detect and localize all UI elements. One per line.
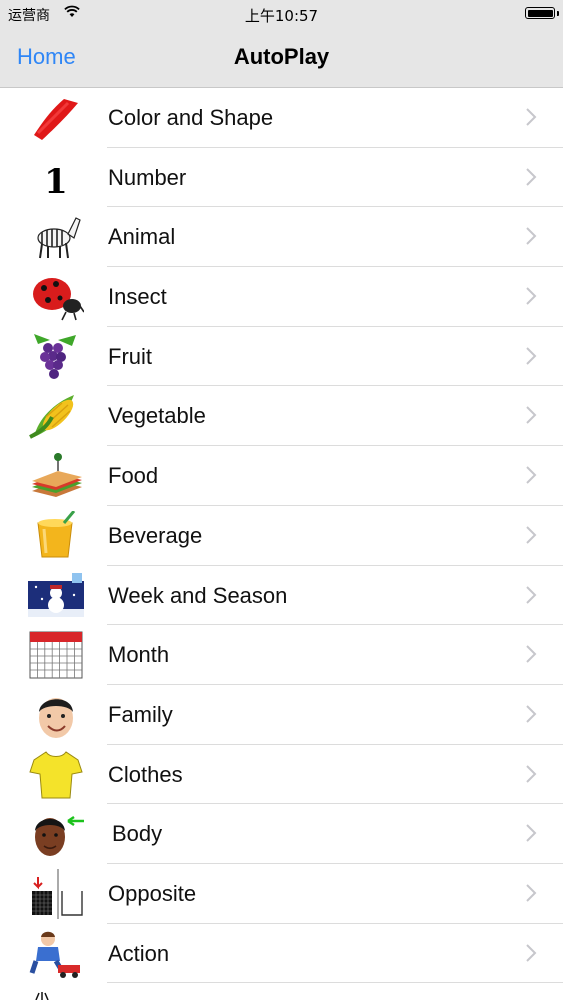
corn-icon bbox=[28, 391, 84, 441]
list-item-label: Food bbox=[108, 463, 159, 489]
juice-glass-icon bbox=[28, 510, 84, 561]
grapes-icon bbox=[28, 332, 84, 382]
list-item-label: Action bbox=[108, 940, 170, 966]
list-item-action[interactable]: Action bbox=[0, 923, 563, 984]
number-one-icon: 1 bbox=[28, 153, 84, 203]
page-title: AutoPlay bbox=[233, 44, 330, 69]
list-item-label: Color and Shape bbox=[108, 105, 274, 130]
child-playing-icon bbox=[28, 929, 84, 979]
red-paint-stroke-icon bbox=[28, 93, 84, 143]
list-item-label: Clothes bbox=[108, 761, 183, 787]
body-face-icon bbox=[28, 809, 84, 859]
list-item-fruit[interactable]: Fruit bbox=[0, 326, 563, 387]
status-time: 上午10:57 bbox=[244, 7, 319, 25]
list-item-body[interactable]: Body bbox=[0, 804, 563, 864]
list-item-label: Fruit bbox=[108, 343, 152, 369]
list-item-insect[interactable]: Insect bbox=[0, 267, 563, 327]
chevron-right-icon bbox=[525, 823, 537, 843]
chevron-right-icon bbox=[525, 107, 537, 127]
chevron-right-icon bbox=[525, 167, 537, 187]
list-item-label: Insect bbox=[108, 284, 167, 310]
ladybug-icon bbox=[28, 272, 84, 322]
calendar-icon bbox=[28, 630, 84, 680]
list-item-clothes[interactable]: Clothes bbox=[0, 744, 563, 805]
chevron-right-icon bbox=[525, 525, 537, 545]
list-item-opposite[interactable]: Opposite bbox=[0, 863, 563, 924]
list-item-food[interactable]: Food bbox=[0, 446, 563, 506]
chevron-right-icon bbox=[525, 346, 537, 366]
zebra-icon bbox=[28, 212, 84, 262]
list-item-label: Vegetable bbox=[108, 403, 206, 429]
list-item-family[interactable]: Family bbox=[0, 684, 563, 745]
list-item-label: Week and Season bbox=[108, 582, 288, 608]
category-list: Color and Shape 1 Number Animal Insect F… bbox=[0, 88, 563, 984]
list-item-beverage[interactable]: Beverage bbox=[0, 505, 563, 566]
list-item-label: Month bbox=[108, 642, 170, 668]
list-item-month[interactable]: Month bbox=[0, 625, 563, 685]
list-item-label: Body bbox=[112, 821, 163, 847]
list-item-label: Opposite bbox=[108, 880, 197, 906]
chevron-right-icon bbox=[525, 405, 537, 425]
list-item-color-and-shape[interactable]: Color and Shape bbox=[0, 88, 563, 148]
status-bar: 运营商 上午10:57 bbox=[0, 0, 563, 28]
chevron-right-icon bbox=[525, 704, 537, 724]
list-item-week-and-season[interactable]: Week and Season bbox=[0, 565, 563, 626]
sandwich-icon bbox=[28, 451, 84, 501]
list-item-label: Animal bbox=[108, 224, 176, 250]
chevron-right-icon bbox=[525, 465, 537, 485]
chevron-right-icon bbox=[525, 226, 537, 246]
chevron-right-icon bbox=[525, 883, 537, 903]
battery-icon bbox=[525, 7, 555, 19]
chevron-right-icon bbox=[525, 286, 537, 306]
chevron-right-icon bbox=[525, 585, 537, 605]
battery-tip bbox=[556, 11, 559, 16]
list-item-animal[interactable]: Animal bbox=[0, 207, 563, 268]
list-item-label: Beverage bbox=[108, 522, 203, 548]
list-item-number[interactable]: 1 Number bbox=[0, 147, 563, 208]
navigation-bar: Home AutoPlay bbox=[0, 28, 563, 88]
svg-text:1: 1 bbox=[44, 162, 68, 202]
tshirt-icon bbox=[28, 750, 84, 800]
chevron-right-icon bbox=[525, 764, 537, 784]
chevron-right-icon bbox=[525, 943, 537, 963]
full-empty-icon bbox=[28, 868, 84, 919]
list-item-vegetable[interactable]: Vegetable bbox=[0, 386, 563, 447]
chevron-right-icon bbox=[525, 644, 537, 664]
snowman-icon bbox=[28, 571, 84, 621]
list-item-label: Number bbox=[108, 164, 187, 190]
boy-face-icon bbox=[28, 690, 84, 740]
next-row-icon-partial bbox=[35, 992, 49, 1000]
list-item-label: Family bbox=[108, 701, 173, 727]
